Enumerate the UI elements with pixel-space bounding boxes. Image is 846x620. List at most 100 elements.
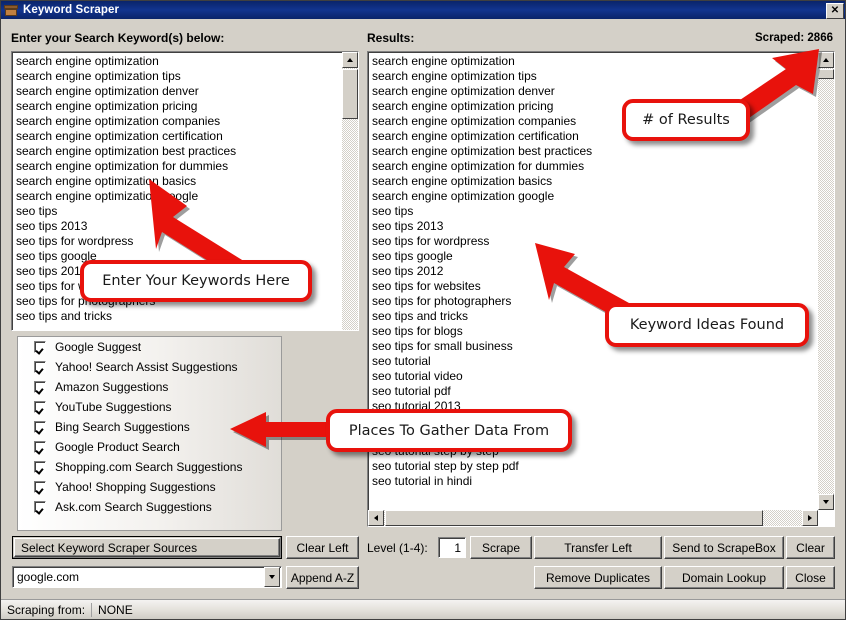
select-sources-label: Select Keyword Scraper Sources (21, 540, 198, 555)
list-item[interactable]: seo tips for websites (370, 279, 816, 294)
list-item[interactable]: search engine optimization denver (14, 84, 356, 99)
send-to-scrapebox-button[interactable]: Send to ScrapeBox (664, 536, 784, 559)
list-item[interactable]: search engine optimization google (370, 189, 816, 204)
list-item[interactable]: search engine optimization for dummies (370, 159, 816, 174)
remove-duplicates-label: Remove Duplicates (545, 570, 651, 585)
close-window-button[interactable]: ✕ (826, 3, 844, 19)
list-item[interactable]: seo tips for wordpress (14, 234, 356, 249)
scroll-up-button[interactable] (818, 52, 834, 68)
scroll-thumb[interactable] (818, 69, 834, 79)
select-keyword-scraper-sources-button[interactable]: Select Keyword Scraper Sources (12, 536, 282, 559)
scroll-right-button[interactable] (802, 510, 818, 526)
results-horizontal-scrollbar[interactable] (368, 510, 818, 526)
level-input[interactable]: 1 (438, 537, 466, 558)
list-item[interactable]: seo tips (370, 204, 816, 219)
clear-left-label: Clear Left (296, 540, 349, 555)
send-to-scrapebox-label: Send to ScrapeBox (672, 540, 776, 555)
box-icon (4, 4, 18, 17)
list-item[interactable]: search engine optimization certification (14, 129, 356, 144)
list-item[interactable]: search engine optimization for dummies (14, 159, 356, 174)
results-vertical-scrollbar[interactable] (818, 52, 834, 510)
source-label: Yahoo! Shopping Suggestions (55, 480, 216, 494)
source-label: Amazon Suggestions (55, 380, 169, 394)
list-item[interactable]: seo tips (14, 204, 356, 219)
checkbox-icon[interactable] (34, 381, 46, 393)
annotation-text: Keyword Ideas Found (629, 317, 785, 333)
domain-lookup-button[interactable]: Domain Lookup (664, 566, 784, 589)
list-item[interactable]: search engine optimization basics (370, 174, 816, 189)
annotation-text: Enter Your Keywords Here (102, 273, 290, 289)
source-checkbox-row[interactable]: Ask.com Search Suggestions (18, 497, 281, 517)
checkbox-icon[interactable] (34, 401, 46, 413)
title-bar: Keyword Scraper ✕ (1, 1, 845, 19)
chevron-down-icon[interactable] (264, 567, 280, 587)
left-list-vertical-scrollbar[interactable] (342, 52, 358, 330)
keyword-sources-panel: Google Suggest Yahoo! Search Assist Sugge… (17, 336, 282, 531)
list-item[interactable]: seo tutorial video (370, 369, 816, 384)
search-engine-combobox[interactable]: google.com (12, 566, 282, 588)
source-checkbox-row[interactable]: Google Product Search (18, 437, 281, 457)
status-label: Scraping from: (7, 602, 86, 617)
checkbox-icon[interactable] (34, 501, 46, 513)
status-bar: Scraping from: NONE (1, 599, 845, 619)
list-item[interactable]: search engine optimization (370, 54, 816, 69)
append-a-z-button[interactable]: Append A-Z (286, 566, 359, 589)
checkbox-icon[interactable] (34, 481, 46, 493)
transfer-left-button[interactable]: Transfer Left (534, 536, 662, 559)
source-checkbox-row[interactable]: Google Suggest (18, 337, 281, 357)
list-item[interactable]: search engine optimization google (14, 189, 356, 204)
scrape-button[interactable]: Scrape (470, 536, 532, 559)
checkbox-icon[interactable] (34, 441, 46, 453)
source-checkbox-row[interactable]: Amazon Suggestions (18, 377, 281, 397)
list-item[interactable]: seo tips 2013 (370, 219, 816, 234)
scroll-thumb[interactable] (385, 510, 763, 526)
list-item[interactable]: search engine optimization (14, 54, 356, 69)
list-item[interactable]: search engine optimization companies (14, 114, 356, 129)
list-item[interactable]: seo tips for wordpress (370, 234, 816, 249)
list-item[interactable]: seo tutorial (370, 354, 816, 369)
checkbox-icon[interactable] (34, 361, 46, 373)
transfer-left-label: Transfer Left (564, 540, 632, 555)
source-checkbox-row[interactable]: Yahoo! Search Assist Suggestions (18, 357, 281, 377)
list-item[interactable]: search engine optimization pricing (14, 99, 356, 114)
scraped-count: Scraped: 2866 (755, 32, 833, 44)
annotation-keyword-ideas-found: Keyword Ideas Found (605, 303, 809, 347)
list-item[interactable]: seo tutorial in hindi (370, 474, 816, 489)
list-item[interactable]: search engine optimization denver (370, 84, 816, 99)
source-checkbox-row[interactable]: YouTube Suggestions (18, 397, 281, 417)
list-item[interactable]: seo tips 2012 (370, 264, 816, 279)
annotation-enter-keywords: Enter Your Keywords Here (80, 260, 312, 302)
left-panel-label: Enter your Search Keyword(s) below: (11, 31, 225, 45)
list-item[interactable]: search engine optimization best practice… (370, 144, 816, 159)
checkbox-icon[interactable] (34, 421, 46, 433)
close-label: Close (795, 570, 826, 585)
results-panel-label: Results: (367, 31, 415, 45)
list-item[interactable]: seo tips google (370, 249, 816, 264)
checkbox-icon[interactable] (34, 461, 46, 473)
list-item[interactable]: search engine optimization tips (370, 69, 816, 84)
scroll-thumb[interactable] (342, 69, 358, 119)
list-item[interactable]: search engine optimization tips (14, 69, 356, 84)
list-item[interactable]: search engine optimization best practice… (14, 144, 356, 159)
list-item[interactable]: search engine optimization basics (14, 174, 356, 189)
clear-button[interactable]: Clear (786, 536, 835, 559)
list-item[interactable]: seo tips and tricks (14, 309, 356, 324)
list-item[interactable]: seo tutorial step by step pdf (370, 459, 816, 474)
source-checkbox-row[interactable]: Yahoo! Shopping Suggestions (18, 477, 281, 497)
scroll-down-button[interactable] (818, 494, 834, 510)
source-checkbox-row[interactable]: Shopping.com Search Suggestions (18, 457, 281, 477)
clear-left-button[interactable]: Clear Left (286, 536, 359, 559)
annotation-number-of-results: # of Results (622, 99, 750, 141)
append-az-label: Append A-Z (290, 570, 355, 585)
list-item[interactable]: seo tips 2013 (14, 219, 356, 234)
checkbox-icon[interactable] (34, 341, 46, 353)
list-item[interactable]: seo tutorial pdf (370, 384, 816, 399)
remove-duplicates-button[interactable]: Remove Duplicates (534, 566, 662, 589)
source-checkbox-row[interactable]: Bing Search Suggestions (18, 417, 281, 437)
source-label: Yahoo! Search Assist Suggestions (55, 360, 238, 374)
scroll-up-button[interactable] (342, 52, 358, 68)
search-engine-value: google.com (17, 570, 80, 584)
results-list[interactable]: search engine optimization search engine … (367, 51, 835, 527)
close-button[interactable]: Close (786, 566, 835, 589)
scroll-left-button[interactable] (368, 510, 384, 526)
